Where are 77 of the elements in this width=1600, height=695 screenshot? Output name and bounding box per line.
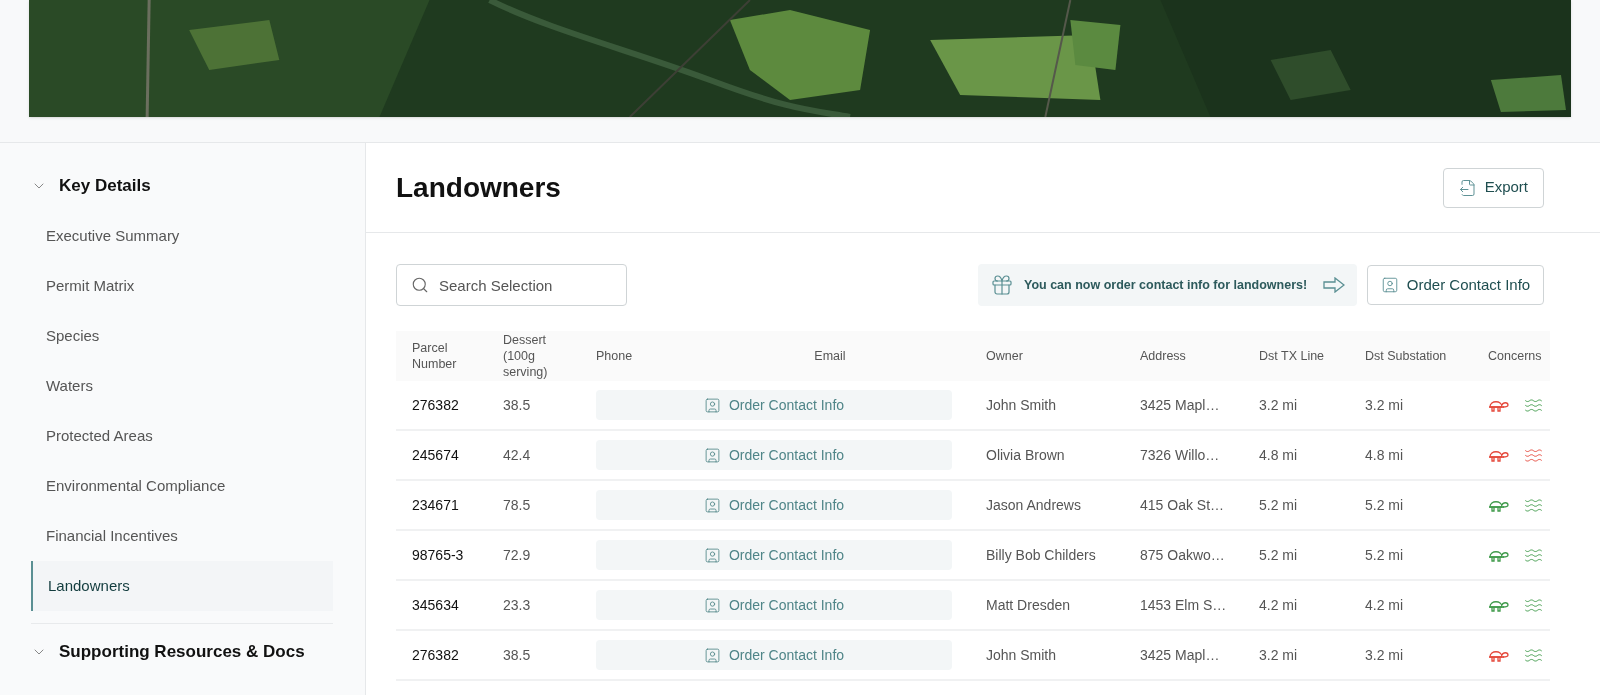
contact-card-icon xyxy=(1380,276,1399,294)
table-cell-text: 42.4 xyxy=(502,445,532,465)
sidebar-item[interactable]: Financial Incentives xyxy=(31,511,333,561)
table-cell-text: 7326 Willo… xyxy=(1139,445,1221,465)
contact-card-icon xyxy=(703,646,721,664)
page-title: Landowners xyxy=(396,170,561,205)
order-contact-button[interactable]: Order Contact Info xyxy=(1367,265,1544,305)
column-header: Dessert (100g serving) xyxy=(502,332,549,380)
order-contact-button[interactable]: Order Contact Info xyxy=(596,390,952,420)
table-cell-text: 3.2 mi xyxy=(1258,395,1299,415)
table-cell-text: 3.2 mi xyxy=(1364,395,1405,415)
table-cell-text: 3425 Mapl… xyxy=(1139,395,1221,415)
table-cell-text: Billy Bob Childers xyxy=(985,545,1097,565)
order-contact-button[interactable]: Order Contact Info xyxy=(596,440,952,470)
table-cell-text: 5.2 mi xyxy=(1258,545,1299,565)
sidebar-item[interactable]: Waters xyxy=(31,361,333,411)
table-cell-text: 5.2 mi xyxy=(1258,495,1299,515)
order-contact-button[interactable]: Order Contact Info xyxy=(596,640,952,670)
order-contact-button[interactable]: Order Contact Info xyxy=(596,490,952,520)
table-cell-text: 234671 xyxy=(411,495,460,515)
table-cell-text: John Smith xyxy=(985,395,1058,415)
table-cell-text: 345634 xyxy=(411,595,460,615)
arrow-icon xyxy=(1323,277,1345,293)
table-cell-text: 3425 Mapl… xyxy=(1139,645,1221,665)
table-cell-text: 245674 xyxy=(411,445,460,465)
column-header: Dst TX Line xyxy=(1258,348,1326,364)
sidebar-item[interactable]: Permit Matrix xyxy=(31,261,333,311)
sidebar-item[interactable]: Landowners xyxy=(31,561,333,611)
section-header[interactable]: Key Details xyxy=(31,170,151,202)
column-header: Email xyxy=(813,348,847,364)
search-field[interactable]: Search Selection xyxy=(396,264,627,306)
table-cell-text: 3.2 mi xyxy=(1258,645,1299,665)
table-cell-text: 38.5 xyxy=(502,645,532,665)
search-icon xyxy=(411,276,429,294)
table-cell-text: 38.5 xyxy=(502,395,532,415)
table-cell-text: 5.2 mi xyxy=(1364,495,1405,515)
sidebar-item[interactable]: Environmental Compliance xyxy=(31,461,333,511)
export-button[interactable]: Export xyxy=(1442,167,1544,208)
table-cell-text: 4.8 mi xyxy=(1258,445,1299,465)
banner-text: You can now order contact info for landowners! xyxy=(1024,276,1308,294)
table-cell-text: 78.5 xyxy=(502,495,532,515)
contact-card-icon xyxy=(703,546,721,564)
table-cell-text: John Smith xyxy=(985,645,1058,665)
table-cell-text: 276382 xyxy=(411,645,460,665)
sidebar-item[interactable]: Executive Summary xyxy=(31,211,333,261)
column-header: Owner xyxy=(985,348,1024,364)
contact-card-icon xyxy=(703,596,721,614)
table-cell-text: 415 Oak St… xyxy=(1139,495,1226,515)
column-header: Parcel Number xyxy=(411,340,458,372)
sidebar-item[interactable]: Protected Areas xyxy=(31,411,333,461)
column-header: Concerns xyxy=(1487,348,1543,364)
contact-card-icon xyxy=(703,396,721,414)
contact-card-icon xyxy=(703,446,721,464)
column-header: Phone xyxy=(595,348,634,364)
table-cell-text: Olivia Brown xyxy=(985,445,1066,465)
section-header[interactable]: Supporting Resources & Docs xyxy=(31,636,305,668)
order-contact-button[interactable]: Order Contact Info xyxy=(596,540,952,570)
table-cell-text: 1453 Elm S… xyxy=(1139,595,1228,615)
export-icon xyxy=(1458,178,1477,197)
table-cell-text: 4.2 mi xyxy=(1258,595,1299,615)
table-cell-text: 276382 xyxy=(411,395,460,415)
table-cell-text: 5.2 mi xyxy=(1364,545,1405,565)
table-cell-text: 4.2 mi xyxy=(1364,595,1405,615)
contact-card-icon xyxy=(703,496,721,514)
table-cell-text: 3.2 mi xyxy=(1364,645,1405,665)
order-contact-button[interactable]: Order Contact Info xyxy=(596,590,952,620)
table-cell-text: Matt Dresden xyxy=(985,595,1072,615)
table-cell-text: 23.3 xyxy=(502,595,532,615)
gift-icon xyxy=(990,273,1014,297)
table-cell-text: 4.8 mi xyxy=(1364,445,1405,465)
table-cell-text: 72.9 xyxy=(502,545,532,565)
table-cell-text: Jason Andrews xyxy=(985,495,1082,515)
table-cell-text: 98765-3 xyxy=(411,545,465,565)
table-cell-text: 875 Oakwo… xyxy=(1139,545,1226,565)
column-header: Dst Substation xyxy=(1364,348,1448,364)
column-header: Address xyxy=(1139,348,1187,364)
sidebar-item[interactable]: Species xyxy=(31,311,333,361)
